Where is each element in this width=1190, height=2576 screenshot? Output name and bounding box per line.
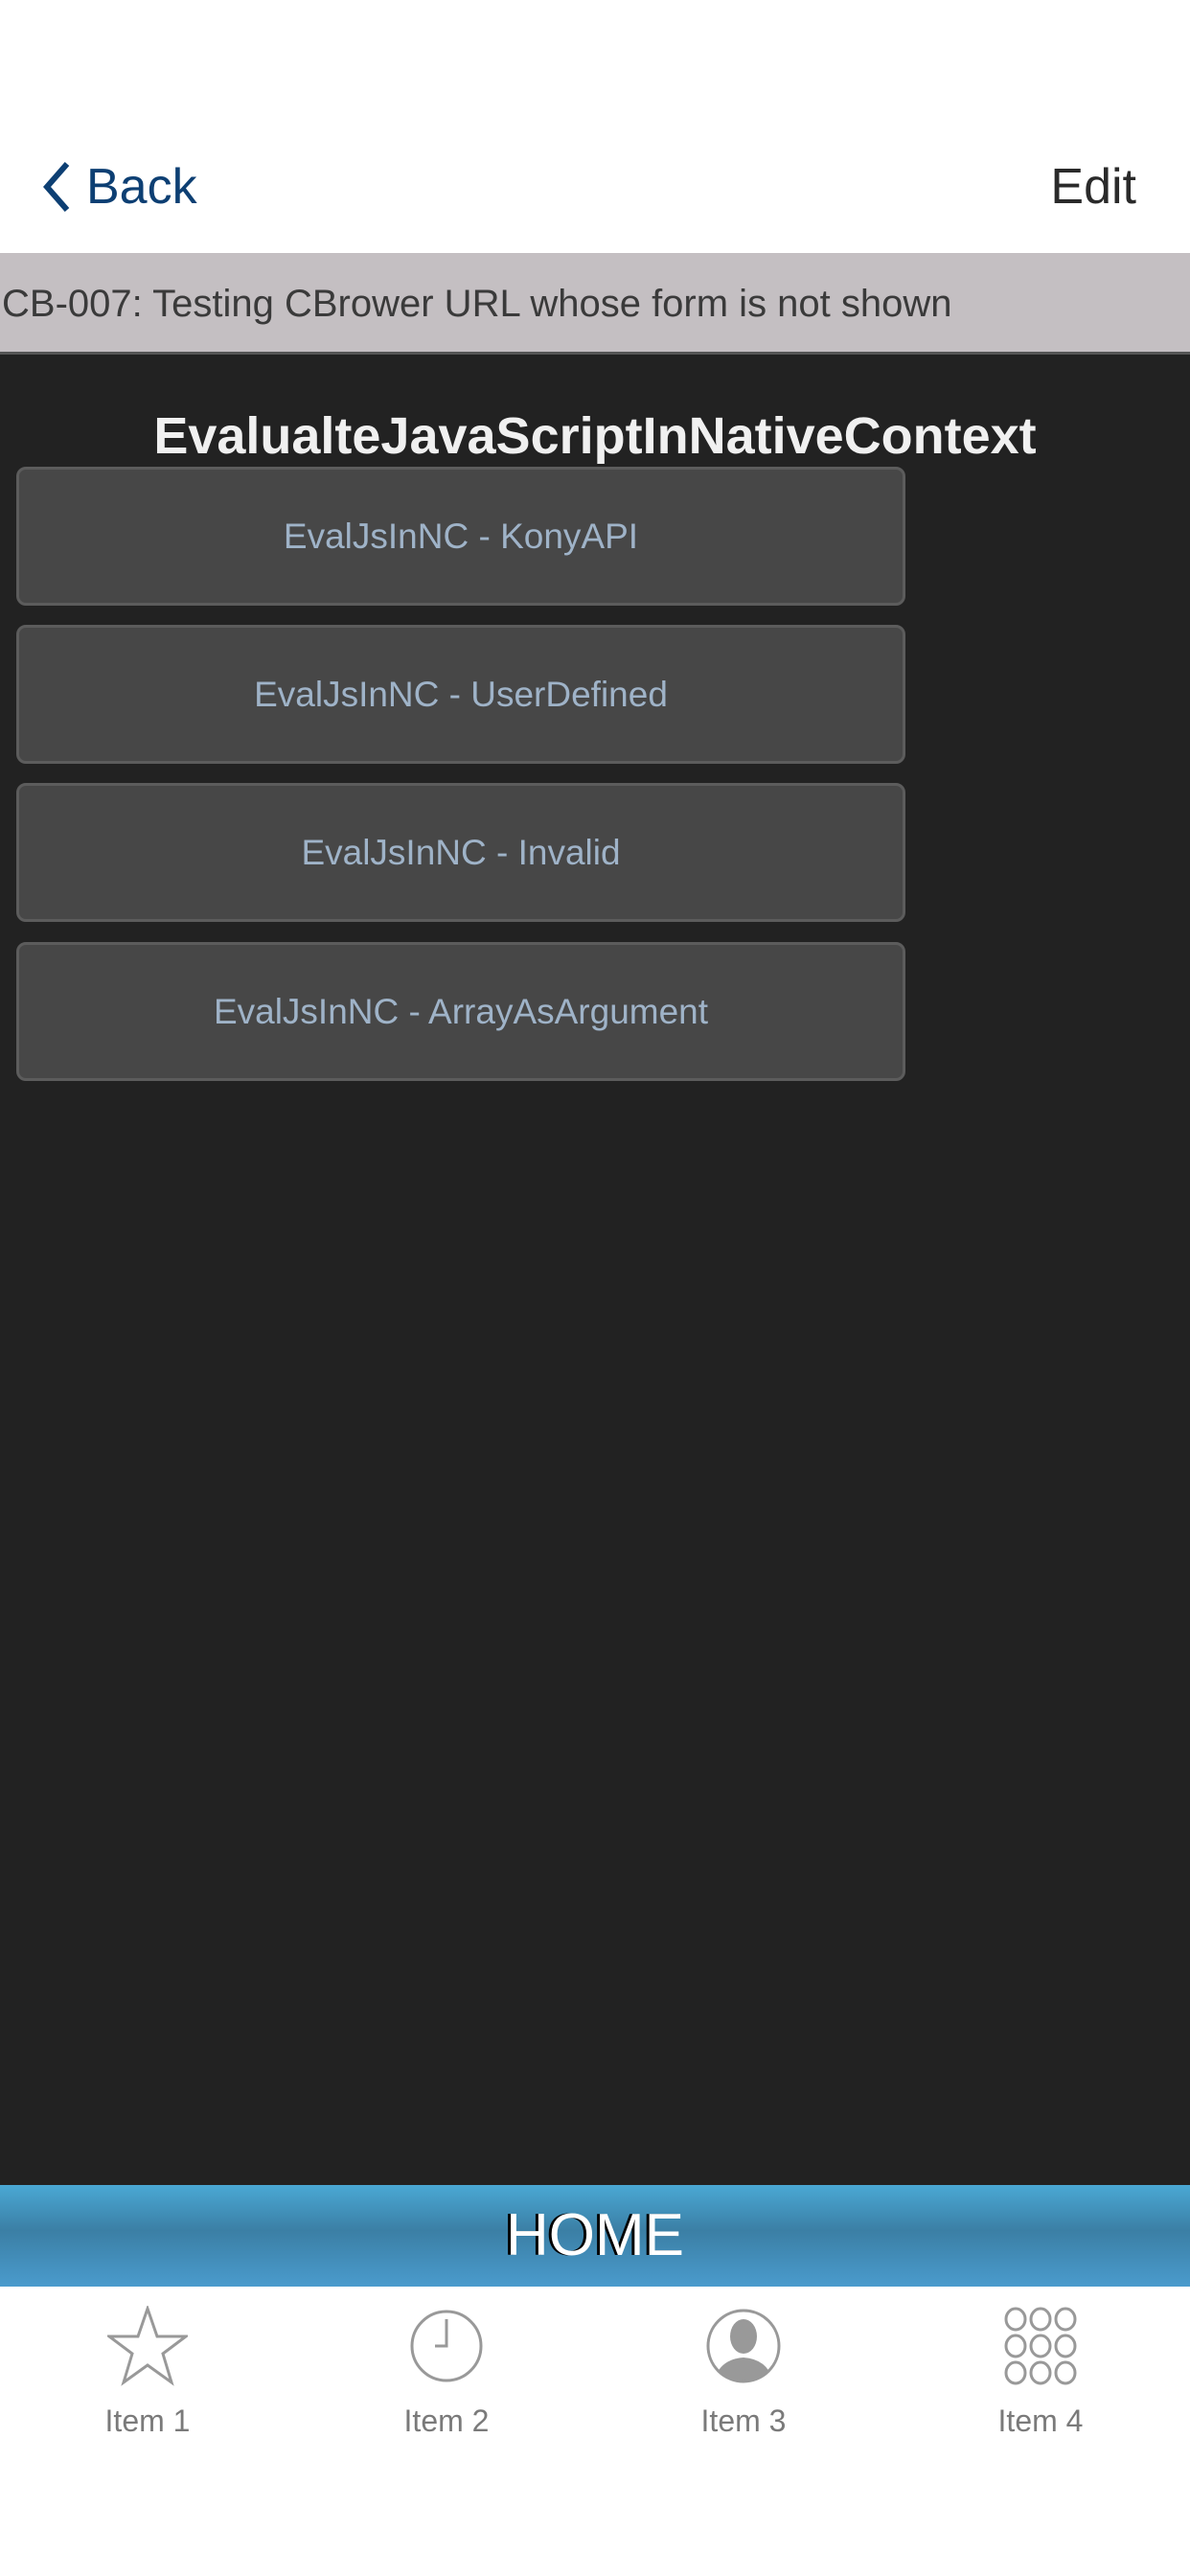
home-bar[interactable]: HOME xyxy=(0,2185,1190,2287)
grid-icon xyxy=(1004,2307,1077,2385)
tab-label: Item 2 xyxy=(403,2404,490,2438)
tab-label: Item 3 xyxy=(700,2404,787,2438)
tab-item-4[interactable]: Item 4 xyxy=(945,2306,1136,2439)
tab-bar: Item 1 Item 2 Item 3 Item 4 xyxy=(0,2287,1190,2576)
tab-item-2[interactable]: Item 2 xyxy=(351,2306,542,2439)
tab-label: Item 1 xyxy=(104,2404,191,2438)
page-title: EvalualteJavaScriptInNativeContext xyxy=(153,407,1037,465)
back-label: Back xyxy=(86,159,197,215)
evaljs-arrayasargument-button[interactable]: EvalJsInNC - ArrayAsArgument xyxy=(16,942,905,1081)
evaljs-userdefined-button[interactable]: EvalJsInNC - UserDefined xyxy=(16,625,905,764)
chevron-left-icon xyxy=(43,162,70,212)
tab-item-1[interactable]: Item 1 xyxy=(52,2306,243,2439)
star-icon xyxy=(107,2306,188,2386)
clock-icon xyxy=(410,2310,483,2382)
edit-button[interactable]: Edit xyxy=(1050,158,1136,216)
tab-label: Item 4 xyxy=(997,2404,1084,2438)
evaljs-konyapi-button[interactable]: EvalJsInNC - KonyAPI xyxy=(16,467,905,606)
back-button[interactable]: Back xyxy=(42,158,197,216)
content-area: EvalualteJavaScriptInNativeContext EvalJ… xyxy=(0,355,1190,2185)
tab-item-3[interactable]: Item 3 xyxy=(648,2306,839,2439)
evaljs-invalid-button[interactable]: EvalJsInNC - Invalid xyxy=(16,783,905,922)
user-icon xyxy=(706,2309,781,2383)
navigation-bar: Back Edit xyxy=(0,0,1190,253)
subtitle-bar: CB-007: Testing CBrower URL whose form i… xyxy=(0,253,1190,355)
